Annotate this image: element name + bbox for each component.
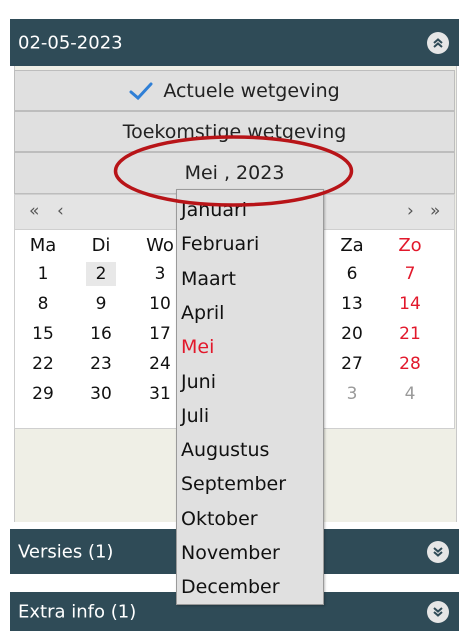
calendar-day[interactable]: 4: [395, 382, 425, 406]
month-option[interactable]: Mei: [181, 330, 214, 364]
current-legislation-label: Actuele wetgeving: [163, 79, 340, 102]
calendar-day[interactable]: 6: [337, 262, 367, 286]
next-year-button[interactable]: »: [430, 201, 440, 221]
month-option[interactable]: Juni: [181, 365, 216, 399]
checkmark-icon: [129, 81, 153, 101]
calendar-day[interactable]: 9: [86, 292, 116, 316]
calendar-day[interactable]: 27: [337, 352, 367, 376]
calendar-day[interactable]: 3: [337, 382, 367, 406]
month-option[interactable]: Februari: [181, 227, 259, 261]
weekday-header: Di: [91, 235, 111, 256]
calendar-day[interactable]: 22: [28, 352, 58, 376]
calendar-day[interactable]: 20: [337, 322, 367, 346]
month-option[interactable]: Maart: [181, 262, 236, 296]
weekday-header: Ma: [29, 235, 57, 256]
calendar-day[interactable]: 16: [86, 322, 116, 346]
date-label: 02-05-2023: [18, 32, 123, 53]
extra-info-label: Extra info (1): [18, 601, 137, 622]
weekday-header: Zo: [398, 235, 422, 256]
weekday-header: Wo: [146, 235, 174, 256]
prev-month-button[interactable]: ‹: [57, 201, 64, 221]
next-month-button[interactable]: ›: [407, 201, 414, 221]
calendar-day[interactable]: 3: [145, 262, 175, 286]
calendar-day[interactable]: 28: [395, 352, 425, 376]
calendar-day[interactable]: 14: [395, 292, 425, 316]
weekday-header: Za: [340, 235, 364, 256]
chevron-up-icon[interactable]: [427, 31, 449, 54]
calendar-day[interactable]: 17: [145, 322, 175, 346]
calendar-day[interactable]: 7: [395, 262, 425, 286]
calendar-day[interactable]: 13: [337, 292, 367, 316]
calendar-day[interactable]: 29: [28, 382, 58, 406]
calendar-day[interactable]: 2: [86, 262, 116, 286]
prev-year-button[interactable]: «: [29, 201, 39, 221]
calendar-day[interactable]: 21: [395, 322, 425, 346]
month-option[interactable]: September: [181, 467, 286, 501]
month-option[interactable]: December: [181, 570, 280, 604]
month-option[interactable]: Oktober: [181, 502, 258, 536]
annotation-circle: [113, 135, 354, 207]
month-option[interactable]: November: [181, 536, 280, 570]
calendar-day[interactable]: 31: [145, 382, 175, 406]
chevron-down-icon[interactable]: [427, 600, 449, 623]
versies-label: Versies (1): [18, 541, 114, 562]
current-legislation-option[interactable]: Actuele wetgeving: [14, 70, 455, 111]
month-option[interactable]: April: [181, 296, 224, 330]
month-dropdown[interactable]: Januari Februari Maart April Mei Juni Juli Augu…: [176, 189, 324, 605]
calendar-day[interactable]: 10: [145, 292, 175, 316]
chevron-down-icon[interactable]: [427, 540, 449, 563]
date-panel-header[interactable]: 02-05-2023: [10, 19, 459, 66]
calendar-day[interactable]: 15: [28, 322, 58, 346]
month-option[interactable]: Juli: [181, 399, 209, 433]
calendar-day[interactable]: 1: [28, 262, 58, 286]
calendar-day[interactable]: 8: [28, 292, 58, 316]
calendar-day[interactable]: 24: [145, 352, 175, 376]
month-option[interactable]: Augustus: [181, 433, 269, 467]
calendar-day[interactable]: 23: [86, 352, 116, 376]
calendar-day[interactable]: 30: [86, 382, 116, 406]
